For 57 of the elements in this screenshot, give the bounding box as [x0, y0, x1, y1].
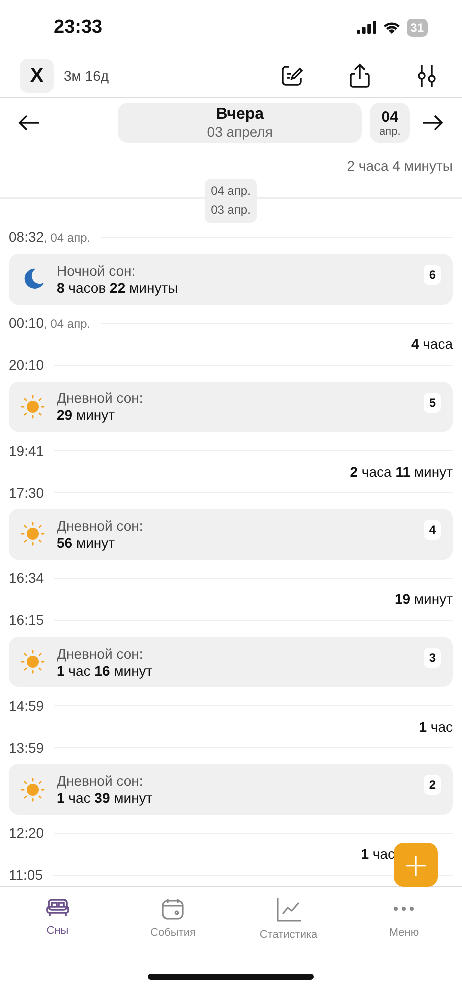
chart-icon: [276, 897, 302, 923]
child-age: 3м 16д: [64, 68, 110, 84]
gap-duration: 2 часа 4 минуты: [347, 158, 453, 174]
time-label: 16:34: [9, 570, 44, 586]
sleep-duration: 29 минут: [57, 407, 116, 424]
sleep-count: 2: [424, 775, 441, 796]
signal-icon: [356, 21, 377, 34]
sleep-type: Дневной сон:: [57, 773, 144, 790]
calendar-icon: [161, 897, 186, 921]
sun-icon: [21, 650, 45, 674]
bed-icon: [46, 897, 70, 919]
close-button[interactable]: X: [20, 59, 54, 93]
sleep-type: Дневной сон:: [57, 518, 144, 534]
gap-duration: 19 минут: [394, 591, 453, 608]
tab[interactable]: Сны: [0, 887, 116, 948]
time-label: 13:59: [9, 740, 44, 756]
more-icon: [394, 907, 414, 911]
time-label: 19:41: [9, 442, 44, 459]
sleep-duration: 56 минут: [57, 534, 116, 551]
time-label: 00:10, 04 апр.: [9, 315, 91, 332]
tab[interactable]: События: [116, 887, 231, 948]
time-label: 11:05: [9, 867, 43, 884]
wifi-icon: [382, 21, 401, 34]
tab[interactable]: Меню: [346, 887, 462, 948]
sleep-type: Дневной сон:: [57, 390, 144, 406]
tab[interactable]: Статистика: [231, 887, 346, 948]
time-label: 08:32, 04 апр.: [9, 229, 91, 246]
sleep-card[interactable]: Дневной сон: 56 минут 4: [9, 509, 453, 560]
time-label: 12:20: [9, 825, 44, 842]
sun-icon: [21, 394, 45, 419]
date-selector[interactable]: Вчера 03 апреля: [118, 103, 362, 143]
time-label: 20:10: [9, 357, 44, 374]
sleep-card[interactable]: Дневной сон: 1 час 16 минут 3: [9, 636, 453, 688]
status-time: 23:33: [54, 16, 103, 38]
sleep-type: Ночной сон:: [57, 262, 137, 279]
sleep-count: 4: [424, 520, 441, 540]
sleep-count: 5: [424, 392, 441, 413]
sleep-duration: 1 час 39 минут: [57, 790, 154, 806]
sun-icon: [21, 778, 45, 802]
next-date-button[interactable]: 04 апр.: [370, 103, 410, 143]
gap-duration: 4 часа: [411, 336, 453, 352]
sleep-card[interactable]: Дневной сон: 29 минут 5: [9, 382, 453, 432]
battery-level: 31: [406, 18, 428, 36]
time-label: 14:59: [9, 698, 44, 714]
gap-duration: 2 часа 11 минут: [350, 464, 453, 480]
time-label: 17:30: [9, 484, 44, 501]
sleep-card[interactable]: Дневной сон: 1 час 39 минут 2: [9, 764, 453, 815]
date-change-tag: 04 апр. 03 апр.: [205, 178, 257, 223]
sleep-count: 6: [424, 264, 441, 285]
sleep-duration: 1 час 16 минут: [57, 662, 154, 679]
time-label: 16:15: [9, 612, 44, 628]
sleep-type: Дневной сон:: [57, 646, 144, 662]
gap-duration: 1 час: [419, 718, 453, 735]
sleep-count: 3: [424, 648, 441, 668]
sleep-duration: 8 часов 22 минуты: [57, 280, 180, 296]
sun-icon: [21, 522, 45, 546]
sleep-card[interactable]: Ночной сон: 8 часов 22 минуты 6: [9, 254, 453, 305]
